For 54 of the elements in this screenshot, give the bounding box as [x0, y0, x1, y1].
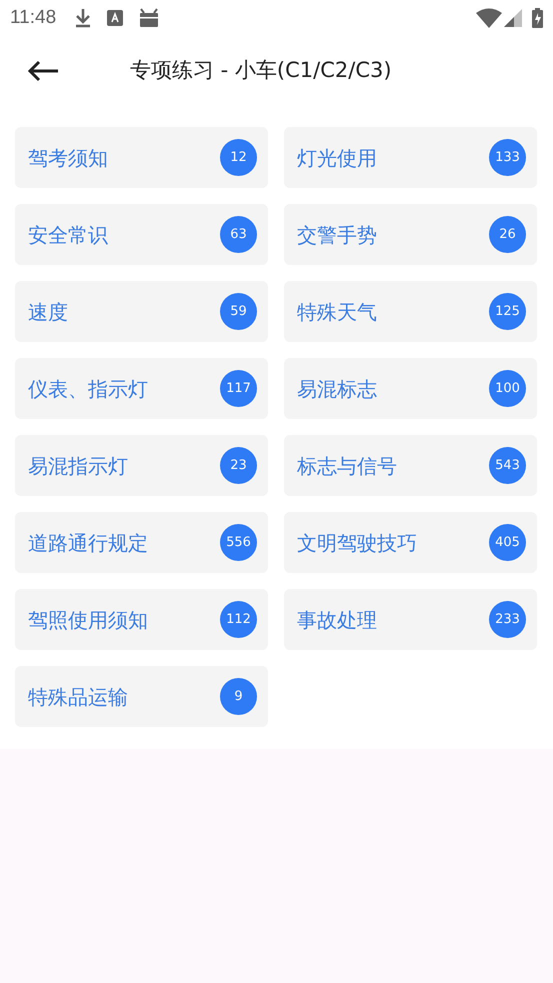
category-card[interactable]: 驾考须知 12	[15, 127, 268, 188]
question-count: 133	[489, 139, 526, 176]
question-count: 556	[220, 524, 257, 561]
category-label: 速度	[28, 298, 68, 326]
category-card[interactable]: 灯光使用 133	[284, 127, 537, 188]
back-arrow-icon	[27, 60, 59, 82]
question-count: 100	[489, 370, 526, 407]
page-title: 专项练习 - 小车(C1/C2/C3)	[130, 56, 392, 84]
question-count: 9	[220, 678, 257, 715]
category-card[interactable]: 安全常识 63	[15, 204, 268, 265]
signal-icon	[504, 9, 522, 27]
category-card[interactable]: 标志与信号 543	[284, 435, 537, 496]
category-label: 交警手势	[297, 222, 377, 248]
category-label: 驾照使用须知	[28, 606, 148, 634]
category-card[interactable]: 交警手势 26	[284, 204, 537, 265]
battery-icon	[532, 8, 543, 28]
category-label: 标志与信号	[297, 452, 397, 480]
category-label: 易混标志	[297, 376, 377, 402]
category-label: 安全常识	[28, 222, 108, 248]
category-card[interactable]: 特殊品运输 9	[15, 666, 268, 727]
category-label: 驾考须知	[28, 144, 108, 172]
category-card[interactable]: 文明驾驶技巧 405	[284, 512, 537, 573]
app-notification-icon	[107, 10, 124, 26]
question-count: 26	[489, 216, 526, 253]
category-card[interactable]: 事故处理 233	[284, 589, 537, 650]
wifi-icon	[476, 8, 502, 28]
question-count: 23	[220, 447, 257, 484]
question-count: 125	[489, 293, 526, 330]
category-card[interactable]: 易混指示灯 23	[15, 435, 268, 496]
category-card[interactable]: 特殊天气 125	[284, 281, 537, 342]
category-card[interactable]: 速度 59	[15, 281, 268, 342]
category-label: 仪表、指示灯	[28, 376, 148, 402]
question-count: 405	[489, 524, 526, 561]
robot-icon	[138, 8, 160, 28]
category-card[interactable]: 仪表、指示灯 117	[15, 358, 268, 419]
question-count: 233	[489, 601, 526, 638]
category-label: 易混指示灯	[28, 452, 128, 480]
question-count: 117	[220, 370, 257, 407]
category-label: 道路通行规定	[28, 530, 148, 556]
category-card[interactable]: 道路通行规定 556	[15, 512, 268, 573]
category-label: 特殊天气	[297, 298, 377, 326]
category-card[interactable]: 驾照使用须知 112	[15, 589, 268, 650]
question-count: 543	[489, 447, 526, 484]
question-count: 59	[220, 293, 257, 330]
question-count: 112	[220, 601, 257, 638]
category-label: 事故处理	[297, 606, 377, 634]
category-label: 特殊品运输	[28, 684, 128, 710]
category-label: 文明驾驶技巧	[297, 530, 417, 556]
download-icon	[74, 8, 92, 28]
category-label: 灯光使用	[297, 144, 377, 172]
question-count: 12	[220, 139, 257, 176]
status-time: 11:48	[10, 6, 56, 30]
category-card[interactable]: 易混标志 100	[284, 358, 537, 419]
question-count: 63	[220, 216, 257, 253]
